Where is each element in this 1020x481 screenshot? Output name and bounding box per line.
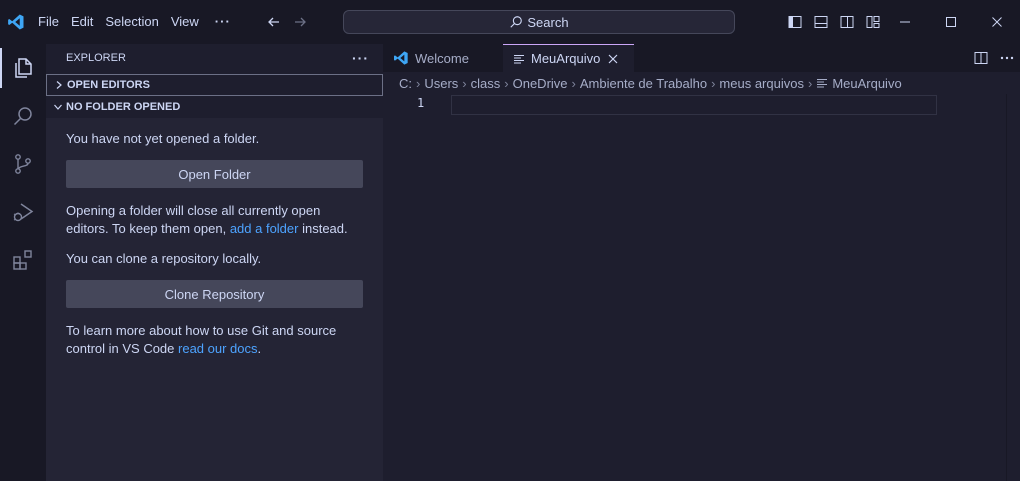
chevron-right-icon: ›	[571, 75, 576, 91]
source-control-icon[interactable]	[0, 140, 46, 188]
forward-arrow-icon[interactable]	[287, 9, 313, 35]
tab-welcome-label: Welcome	[415, 50, 469, 66]
breadcrumb: C: › Users › class › OneDrive › Ambiente…	[383, 72, 1020, 94]
vertical-scrollbar[interactable]	[1006, 94, 1020, 481]
toggle-primary-sidebar-icon[interactable]	[782, 12, 808, 32]
layout-controls	[782, 12, 886, 32]
tab-meuarquivo[interactable]: MeuArquivo	[503, 44, 634, 72]
open-folder-info: Opening a folder will close all currentl…	[66, 202, 363, 238]
breadcrumb-item[interactable]: Users	[424, 76, 458, 91]
close-window-icon[interactable]	[974, 0, 1020, 44]
file-lines-icon	[816, 77, 828, 89]
read-docs-link[interactable]: read our docs	[178, 341, 258, 356]
open-editors-section[interactable]: OPEN EDITORS	[46, 74, 383, 96]
menu-file[interactable]: File	[32, 0, 65, 44]
menu-selection[interactable]: Selection	[99, 0, 164, 44]
chevron-down-icon	[50, 102, 66, 112]
search-sidebar-icon[interactable]	[0, 92, 46, 140]
tab-welcome[interactable]: Welcome	[383, 44, 503, 72]
chevron-right-icon: ›	[504, 75, 509, 91]
breadcrumb-item[interactable]: Ambiente de Trabalho	[580, 76, 707, 91]
open-folder-button[interactable]: Open Folder	[66, 160, 363, 188]
file-lines-icon	[513, 53, 525, 65]
breadcrumb-item[interactable]: OneDrive	[513, 76, 568, 91]
chevron-right-icon: ›	[416, 75, 421, 91]
breadcrumb-item[interactable]: meus arquivos	[719, 76, 804, 91]
toggle-panel-icon[interactable]	[808, 12, 834, 32]
minimize-icon[interactable]	[882, 0, 928, 44]
editor-tab-bar: Welcome MeuArquivo	[383, 44, 1020, 72]
current-line-highlight[interactable]	[451, 95, 937, 115]
chevron-right-icon: ›	[711, 75, 716, 91]
explorer-header: EXPLORER ···	[46, 44, 383, 72]
split-editor-icon[interactable]	[968, 44, 994, 72]
vscode-tab-icon	[393, 50, 409, 66]
activity-bar	[0, 44, 46, 481]
git-docs-info-suffix: .	[257, 341, 262, 356]
editor-actions	[968, 44, 1020, 72]
menu-bar: File Edit Selection View ···	[32, 0, 241, 44]
no-folder-section[interactable]: NO FOLDER OPENED	[46, 96, 383, 118]
clone-message: You can clone a repository locally.	[66, 251, 262, 266]
navigation-arrows	[261, 9, 313, 35]
open-editors-label: OPEN EDITORS	[67, 79, 150, 91]
explorer-icon[interactable]	[0, 44, 46, 92]
explorer-title: EXPLORER	[66, 52, 126, 64]
close-tab-icon[interactable]	[608, 54, 618, 64]
back-arrow-icon[interactable]	[261, 9, 287, 35]
line-number: 1	[417, 96, 425, 110]
search-icon	[510, 16, 523, 28]
tab-meuarquivo-label: MeuArquivo	[531, 51, 601, 66]
code-editor[interactable]: 1	[383, 94, 1020, 481]
search-label: Search	[527, 14, 569, 30]
clone-repository-button[interactable]: Clone Repository	[66, 280, 363, 308]
more-actions-icon[interactable]	[994, 44, 1020, 72]
window-controls	[882, 0, 1020, 44]
menu-edit[interactable]: Edit	[65, 0, 99, 44]
menu-more-button[interactable]: ···	[205, 0, 241, 44]
explorer-welcome-view: You have not yet opened a folder. Open F…	[46, 118, 383, 481]
extensions-icon[interactable]	[0, 236, 46, 284]
open-folder-info-suffix: instead.	[298, 221, 348, 236]
explorer-more-actions-button[interactable]: ···	[352, 50, 369, 66]
chevron-right-icon: ›	[807, 75, 813, 91]
toggle-secondary-sidebar-icon[interactable]	[834, 12, 860, 32]
chevron-right-icon	[51, 80, 67, 90]
no-folder-label: NO FOLDER OPENED	[66, 101, 181, 113]
menu-view[interactable]: View	[165, 0, 205, 44]
add-folder-link[interactable]: add a folder	[230, 221, 299, 236]
breadcrumb-item[interactable]: class	[471, 76, 501, 91]
breadcrumb-item[interactable]: C:	[399, 76, 412, 91]
vscode-logo-icon	[0, 0, 32, 44]
breadcrumb-item[interactable]: MeuArquivo	[832, 76, 901, 91]
command-center-search[interactable]: Search	[343, 10, 735, 34]
title-bar: File Edit Selection View ··· Search	[0, 0, 1020, 44]
git-docs-info: To learn more about how to use Git and s…	[66, 322, 363, 358]
chevron-right-icon: ›	[462, 75, 467, 91]
maximize-icon[interactable]	[928, 0, 974, 44]
editor-area: Welcome MeuArquivo C: › Users › class › …	[383, 44, 1020, 481]
no-folder-message: You have not yet opened a folder.	[66, 131, 260, 146]
run-and-debug-icon[interactable]	[0, 188, 46, 236]
explorer-sidebar: EXPLORER ··· OPEN EDITORS NO FOLDER OPEN…	[46, 44, 383, 481]
